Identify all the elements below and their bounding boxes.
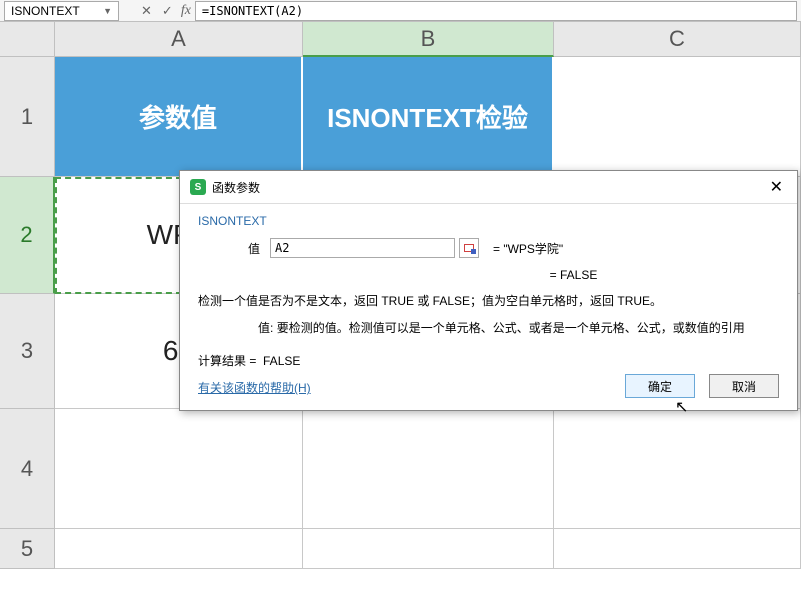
cell-A4[interactable] [55, 409, 303, 529]
param-evaluation: = "WPS学院" [493, 240, 563, 257]
cell-C1[interactable] [554, 57, 801, 177]
row-5: 5 [0, 529, 801, 569]
formula-input[interactable]: =ISNONTEXT(A2) [195, 1, 797, 21]
row-4: 4 [0, 409, 801, 529]
cell-B1[interactable]: ISNONTEXT检验 [303, 57, 554, 177]
name-box-value: ISNONTEXT [11, 4, 80, 18]
cancel-button[interactable]: 取消 [709, 374, 779, 398]
row-header-5[interactable]: 5 [0, 529, 55, 569]
function-result: = FALSE [198, 268, 779, 282]
cell-C5[interactable] [554, 529, 801, 569]
dialog-title-text: 函数参数 [212, 179, 260, 196]
chevron-down-icon[interactable]: ▼ [103, 6, 112, 16]
select-all-corner[interactable] [0, 22, 55, 57]
formula-bar: ISNONTEXT ▼ ✕ ✓ fx =ISNONTEXT(A2) [0, 0, 801, 22]
calc-result: 计算结果 = FALSE [198, 352, 779, 369]
cell-C4[interactable] [554, 409, 801, 529]
calc-result-label: 计算结果 = [198, 354, 256, 368]
cancel-formula-icon[interactable]: ✕ [139, 3, 154, 19]
function-name-label: ISNONTEXT [198, 214, 779, 228]
column-headers: A B C [0, 22, 801, 57]
cell-A1[interactable]: 参数值 [55, 57, 303, 177]
param-label: 值 [198, 240, 270, 257]
param-row: 值 = "WPS学院" [198, 238, 779, 258]
row-header-2[interactable]: 2 [0, 177, 55, 294]
param-desc-label: 值: [258, 321, 273, 335]
formula-controls: ✕ ✓ fx [139, 3, 191, 19]
function-arguments-dialog: S 函数参数 ✕ ISNONTEXT 值 = "WPS学院" = FALSE 检… [179, 170, 798, 411]
column-header-A[interactable]: A [55, 22, 303, 57]
close-icon[interactable]: ✕ [766, 177, 787, 197]
fx-icon[interactable]: fx [181, 3, 191, 19]
column-header-C[interactable]: C [554, 22, 801, 57]
row-header-1[interactable]: 1 [0, 57, 55, 177]
dialog-body: ISNONTEXT 值 = "WPS学院" = FALSE 检测一个值是否为不是… [180, 204, 797, 410]
cell-B5[interactable] [303, 529, 554, 569]
row-1: 1 参数值 ISNONTEXT检验 [0, 57, 801, 177]
wps-icon: S [190, 179, 206, 195]
dialog-buttons: 确定 取消 [625, 374, 779, 398]
param-desc-text: 要检测的值。检测值可以是一个单元格、公式、或者是一个单元格、公式，或数值的引用 [277, 321, 745, 335]
calc-result-value: FALSE [263, 354, 300, 368]
row-header-4[interactable]: 4 [0, 409, 55, 529]
dialog-title-left: S 函数参数 [190, 179, 260, 196]
cell-A5[interactable] [55, 529, 303, 569]
help-link[interactable]: 有关该函数的帮助(H) [198, 381, 311, 395]
function-description: 检测一个值是否为不是文本，返回 TRUE 或 FALSE；值为空白单元格时，返回… [198, 292, 779, 311]
range-selector-icon[interactable] [459, 238, 479, 258]
name-box[interactable]: ISNONTEXT ▼ [4, 1, 119, 21]
column-header-B[interactable]: B [303, 22, 554, 57]
ok-button[interactable]: 确定 [625, 374, 695, 398]
dialog-titlebar[interactable]: S 函数参数 ✕ [180, 171, 797, 204]
param-description: 值: 要检测的值。检测值可以是一个单元格、公式、或者是一个单元格、公式，或数值的… [198, 319, 779, 338]
cell-B4[interactable] [303, 409, 554, 529]
accept-formula-icon[interactable]: ✓ [160, 3, 175, 19]
cell-value: ISNONTEXT检验 [327, 98, 528, 135]
param-value-input[interactable] [270, 238, 455, 258]
row-header-3[interactable]: 3 [0, 294, 55, 409]
cell-value: 参数值 [139, 98, 217, 135]
